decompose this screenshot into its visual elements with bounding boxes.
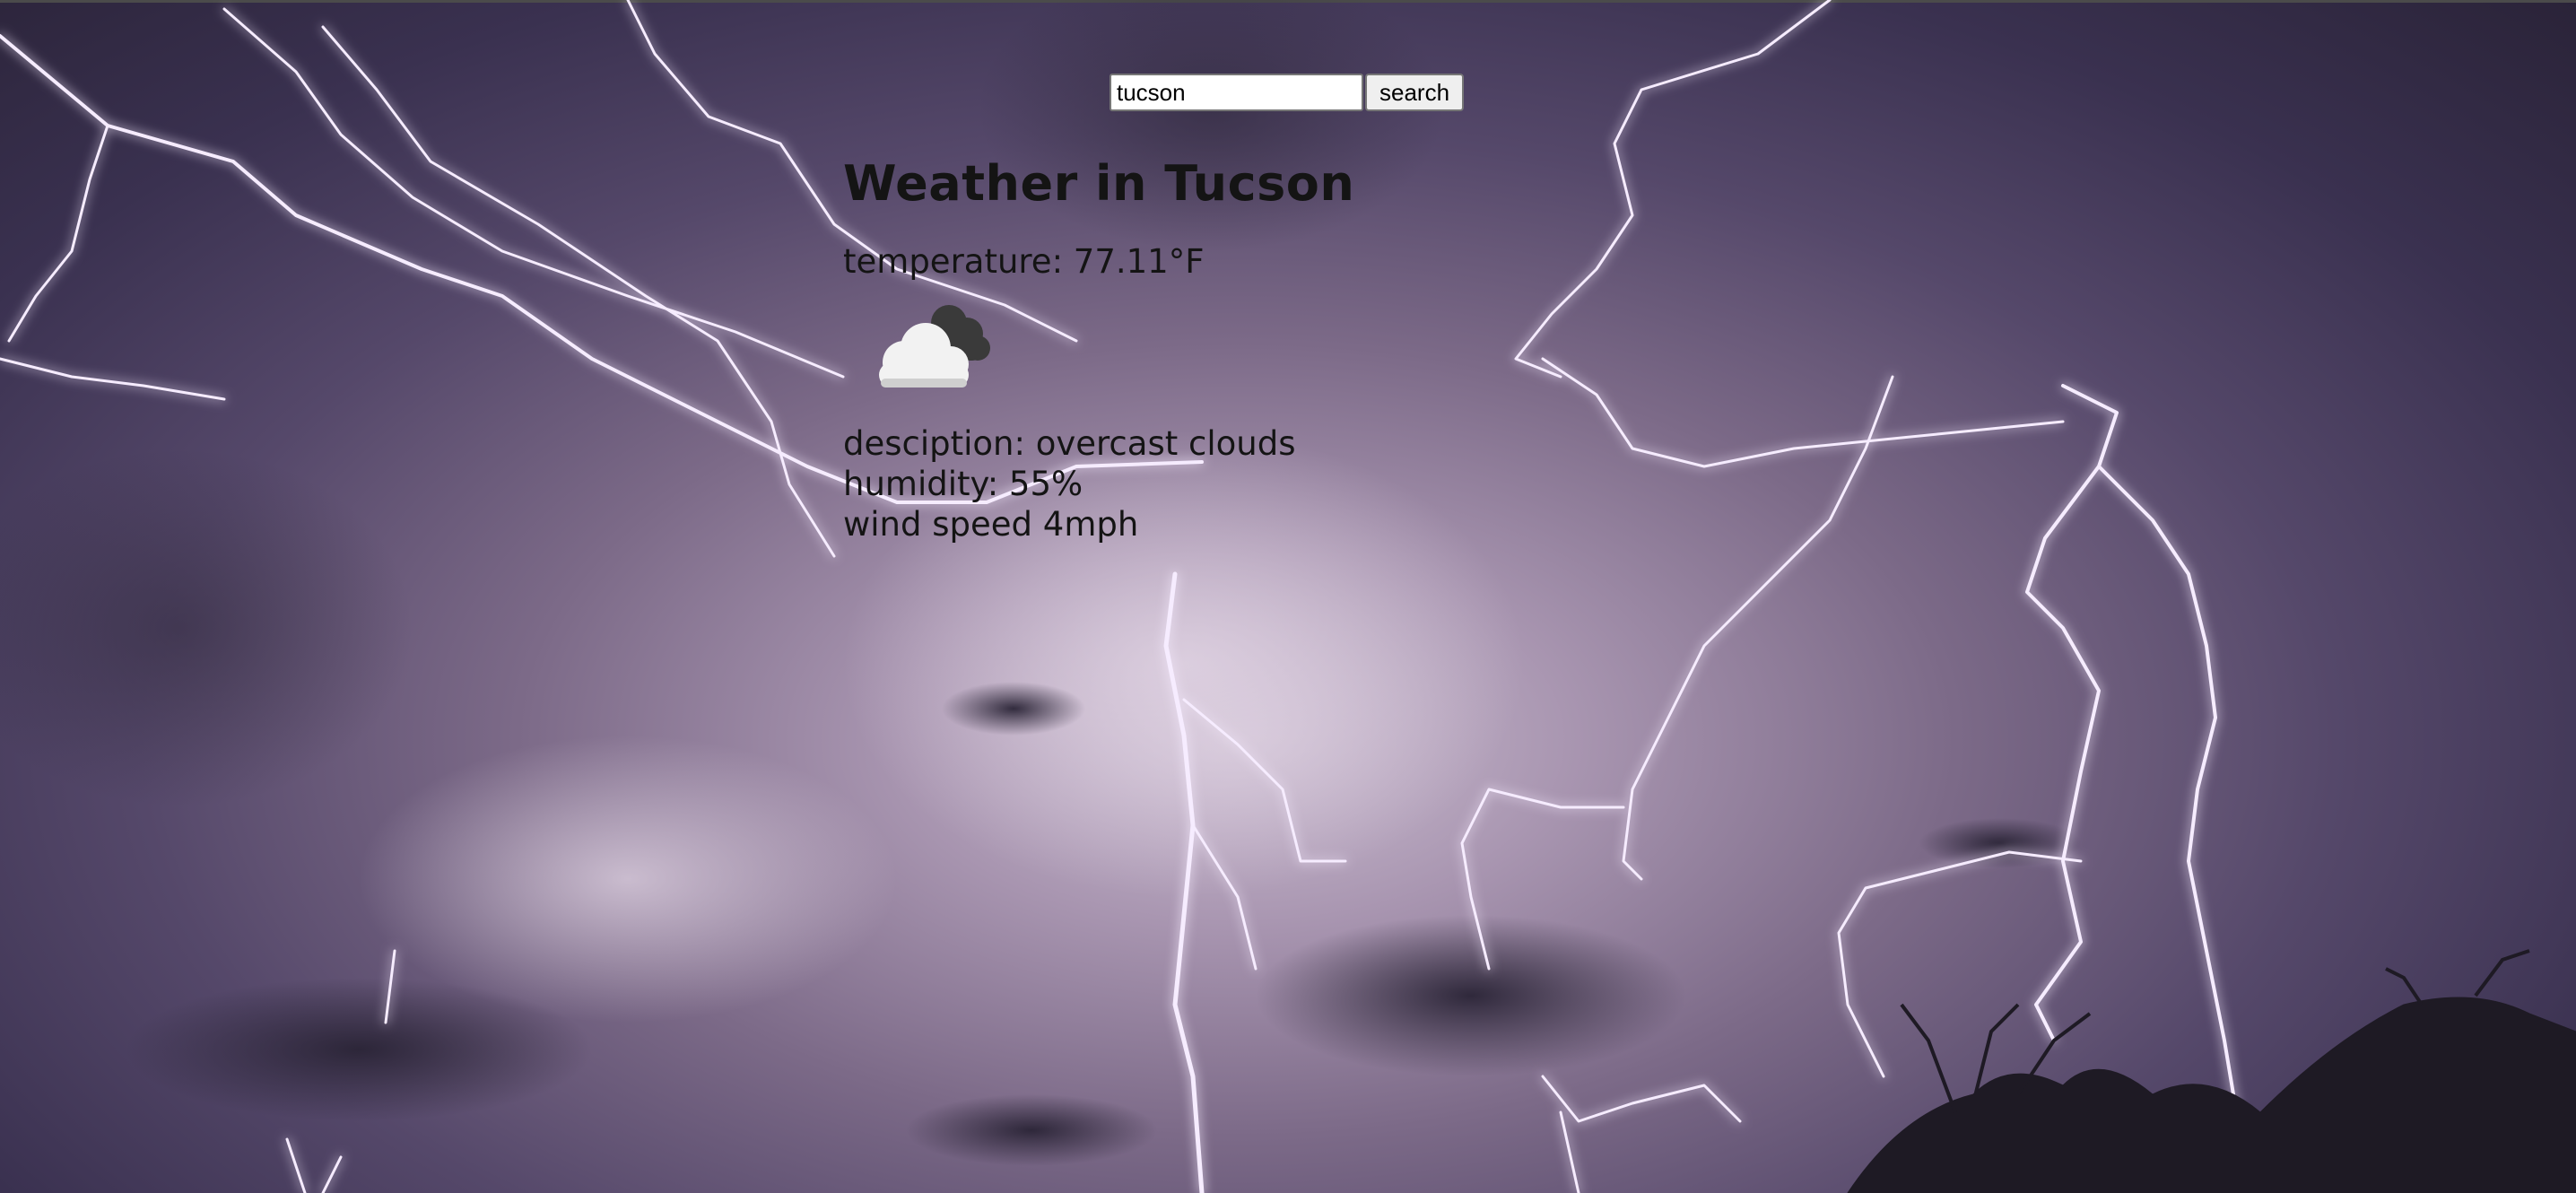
search-bar: search	[1110, 74, 1465, 111]
search-button[interactable]: search	[1365, 74, 1465, 111]
page-background: search Weather in Tucson temperature: 77…	[0, 0, 2576, 1193]
overcast-clouds-icon	[866, 289, 1010, 396]
wind-speed-text: wind speed 4mph	[843, 505, 1139, 544]
temperature-text: temperature: 77.11°F	[843, 242, 1205, 281]
description-text: desciption: overcast clouds	[843, 424, 1296, 463]
humidity-text: humidity: 55%	[843, 465, 1083, 503]
weather-title: Weather in Tucson	[843, 155, 1355, 212]
search-input[interactable]	[1110, 74, 1363, 111]
weather-panel: Weather in Tucson temperature: 77.11°F d…	[843, 151, 1354, 544]
